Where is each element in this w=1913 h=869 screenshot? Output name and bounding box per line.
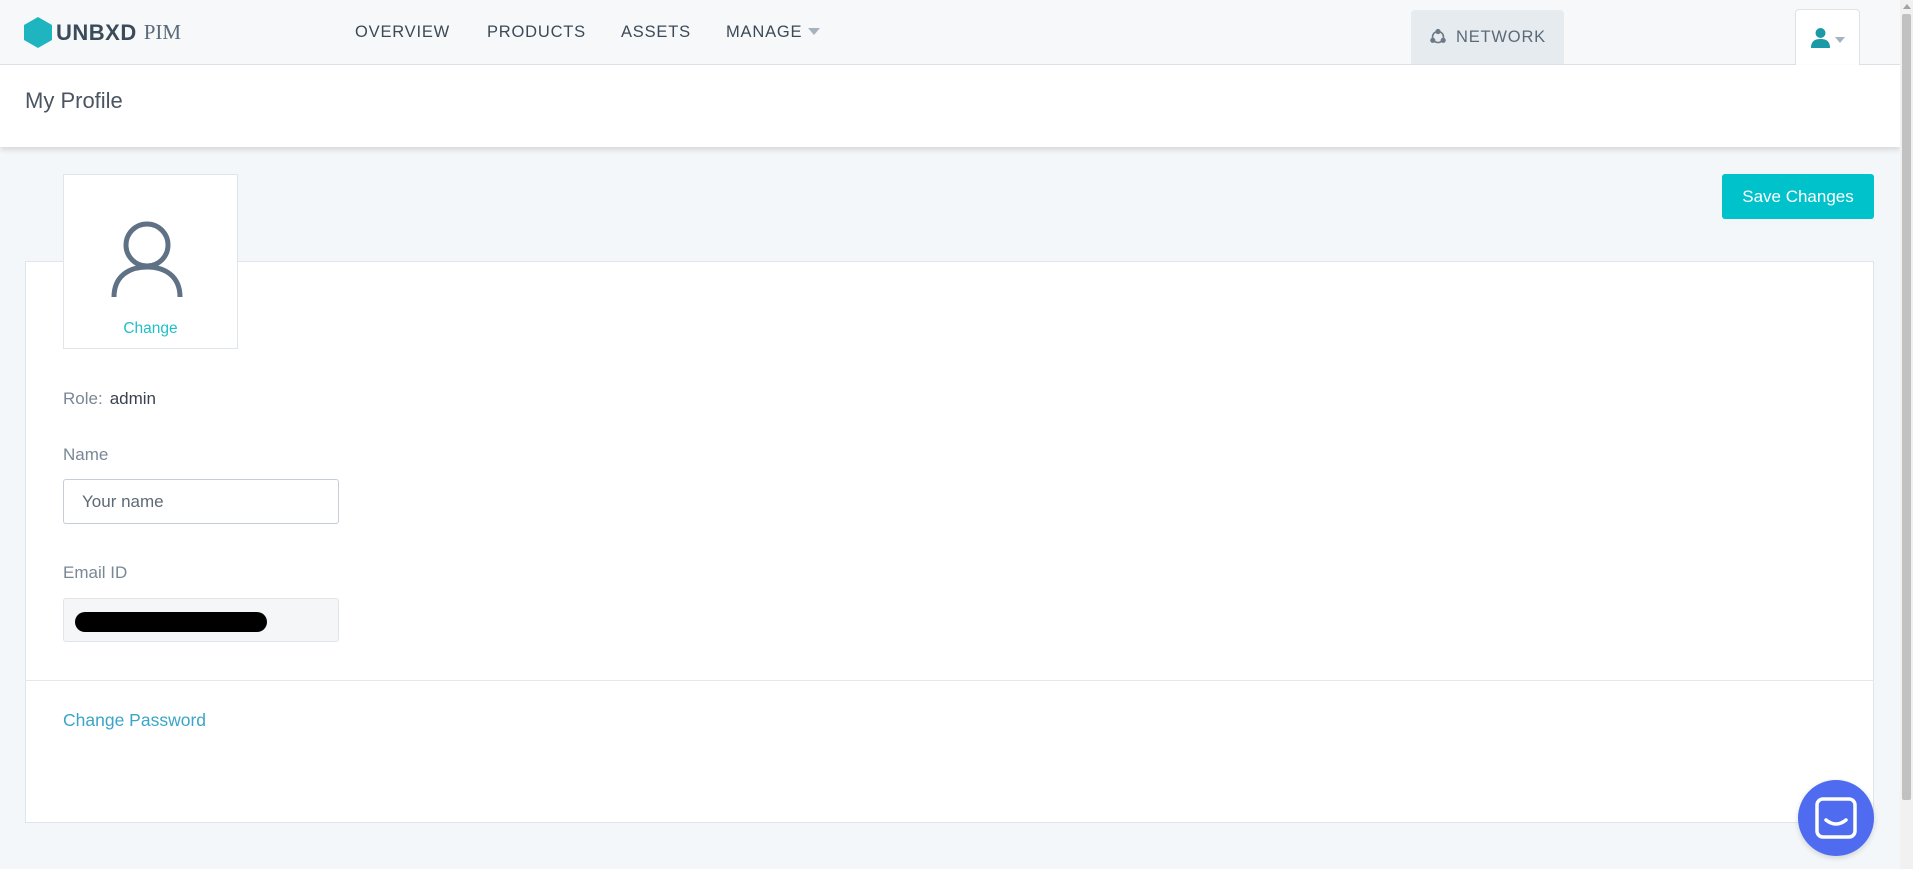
email-label: Email ID [63,563,128,582]
scrollbar-thumb[interactable] [1902,14,1911,800]
nav-manage-label: MANAGE [726,23,803,41]
chevron-down-icon [808,27,821,35]
network-button[interactable]: NETWORK [1411,10,1564,64]
user-icon [1811,28,1830,48]
brand-product: PIM [143,20,182,44]
role-label: Role: [63,389,103,408]
page-header: My Profile [0,65,1900,147]
vertical-scrollbar[interactable] [1900,0,1913,869]
network-label: NETWORK [1456,27,1546,46]
chat-icon [1815,797,1857,839]
user-menu-button[interactable] [1795,9,1860,65]
profile-card [25,261,1874,823]
top-navigation: UNBXD PIM OVERVIEW PRODUCTS ASSETS MANAG… [0,0,1900,65]
nav-overview[interactable]: OVERVIEW [355,23,450,42]
brand-logo[interactable]: UNBXD PIM [24,17,181,48]
chat-launcher-button[interactable] [1798,780,1874,856]
scroll-up-arrow-icon[interactable] [1903,4,1911,9]
nav-products[interactable]: PRODUCTS [487,23,586,42]
role-value: admin [109,389,156,408]
avatar: Change [63,174,238,349]
divider [26,680,1873,681]
email-redaction [75,612,267,632]
person-outline-icon [111,221,183,298]
chevron-down-icon [1835,36,1845,43]
name-label: Name [63,445,109,464]
change-password-link[interactable]: Change Password [63,710,206,731]
network-icon [1430,28,1446,44]
brand-name: UNBXD [56,19,137,45]
avatar-change-link[interactable]: Change [64,320,237,338]
page-title: My Profile [25,88,123,113]
nav-assets[interactable]: ASSETS [621,23,691,42]
hexagon-logo-icon [24,17,52,48]
save-changes-button[interactable]: Save Changes [1722,174,1874,219]
nav-manage[interactable]: MANAGE [726,23,821,42]
name-field[interactable] [63,479,339,524]
role-row: Role: admin [63,389,156,409]
